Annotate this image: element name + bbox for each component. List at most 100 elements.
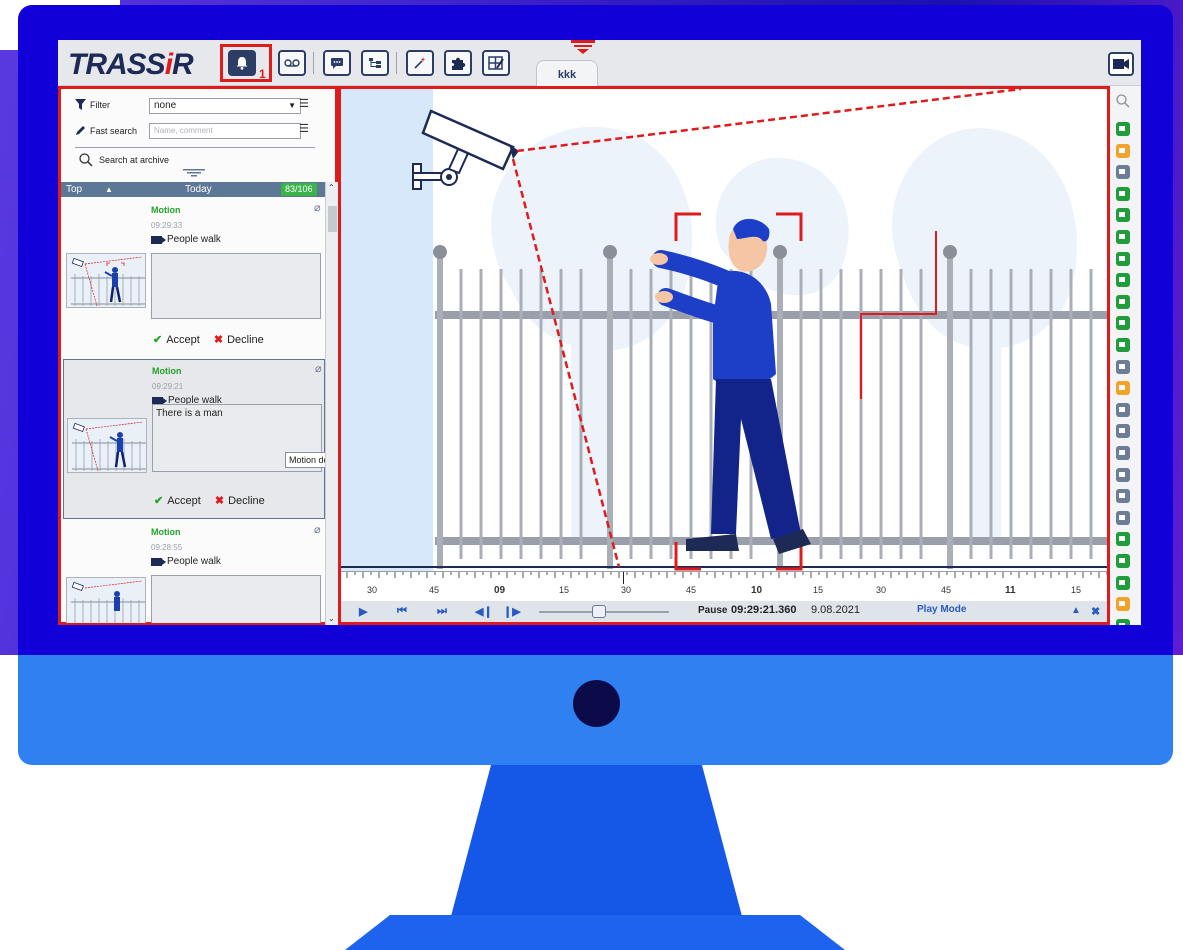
event-type: Motion	[152, 366, 182, 376]
monitor-stand-foot	[345, 915, 845, 950]
camera-status-icon[interactable]	[1116, 165, 1130, 180]
toolbar-separator	[313, 52, 314, 74]
event-type: Motion	[151, 527, 181, 537]
event-actions: ✔ Accept ✖ Decline	[154, 494, 265, 507]
top-button[interactable]: Top	[66, 182, 82, 197]
puzzle-icon[interactable]	[444, 50, 472, 76]
event-time: 09:29:33	[151, 221, 183, 230]
camera-status-icon[interactable]	[1116, 208, 1130, 223]
events-scrollbar[interactable]: ⌃ ⌄	[325, 182, 338, 625]
scrollbar-thumb[interactable]	[328, 206, 337, 232]
camera-icon	[151, 235, 166, 244]
timeline-label: 15	[559, 585, 570, 595]
paperclip-icon[interactable]: ⌀	[314, 201, 321, 214]
chevron-down-icon: ▼	[288, 101, 296, 110]
events-list-header: Top ▲ Today 83/106	[61, 182, 325, 197]
camera-icon	[151, 557, 166, 566]
event-item[interactable]: Motion ⌀ 09:29:33 People walk ✔ Accept ✖…	[63, 199, 325, 349]
camera-status-icon[interactable]	[1116, 446, 1130, 460]
camera-status-icon[interactable]	[1116, 316, 1130, 331]
voicemail-icon[interactable]	[278, 50, 306, 76]
camera-status-icon[interactable]	[1116, 381, 1130, 396]
filter-select[interactable]: none ▼	[149, 98, 301, 114]
bell-icon[interactable]	[228, 50, 256, 76]
player-controls: ▶ ⏮ ⏭ ◀❙ ❙▶ Pause 09:29:21.360 9.08.2021…	[341, 601, 1107, 622]
trassir-logo: TRASSiR	[68, 48, 194, 81]
camera-status-icon[interactable]	[1116, 273, 1130, 288]
paperclip-icon[interactable]: ⌀	[315, 362, 322, 375]
fast-search-input[interactable]: Name, comment	[149, 123, 301, 139]
event-thumbnail[interactable]	[67, 418, 147, 473]
video-camera-icon[interactable]	[1108, 52, 1134, 76]
camera-status-icon[interactable]	[1116, 597, 1130, 612]
camera-status-icon[interactable]	[1116, 359, 1130, 374]
event-comment[interactable]	[151, 575, 321, 623]
timeline-label: 11	[1005, 585, 1016, 596]
camera-status-icon[interactable]	[1116, 402, 1130, 417]
event-item[interactable]: Motion ⌀ 09:28:55 People walk	[63, 523, 325, 623]
camera-status-icon[interactable]	[1116, 510, 1130, 525]
event-thumbnail[interactable]	[66, 253, 146, 308]
timeline-label: 45	[429, 585, 440, 595]
timeline-label: 15	[813, 585, 824, 595]
step-back-icon[interactable]: ◀❙	[475, 605, 493, 618]
camera-status-icon[interactable]	[1116, 251, 1130, 266]
camera-status-icon[interactable]	[1116, 338, 1130, 352]
search-icon[interactable]	[1116, 94, 1130, 108]
play-mode-button[interactable]: Play Mode	[917, 604, 966, 615]
caret-up-icon[interactable]: ▲	[1071, 605, 1081, 616]
close-icon: ✖	[213, 334, 224, 346]
event-comment[interactable]	[151, 253, 321, 319]
chevron-down-icon[interactable]: ⌄	[328, 614, 335, 623]
tab-kkk[interactable]: kkk	[536, 60, 598, 86]
event-time: 09:29:21	[152, 382, 184, 391]
tree-icon[interactable]	[361, 50, 389, 76]
timeline-label: 30	[367, 585, 378, 595]
camera-status-icon[interactable]	[1116, 618, 1130, 625]
chevron-up-icon[interactable]: ⌃	[328, 183, 335, 192]
event-camera: People walk	[151, 556, 221, 567]
camera-status-icon[interactable]	[1116, 489, 1130, 504]
search-archive-button[interactable]: Search at archive	[79, 153, 169, 167]
collapse-handle-icon[interactable]	[183, 169, 205, 177]
play-icon[interactable]: ▶	[359, 605, 367, 618]
camera-status-icon[interactable]	[1116, 143, 1130, 158]
event-time: 09:28:55	[151, 543, 183, 552]
step-forward-icon[interactable]: ❙▶	[503, 605, 521, 618]
camera-status-icon[interactable]	[1116, 532, 1130, 547]
event-thumbnail[interactable]	[66, 577, 146, 623]
main-toolbar: TRASSiR 1 kkk	[58, 40, 1141, 86]
magic-wand-icon[interactable]	[406, 50, 434, 76]
playhead[interactable]	[623, 572, 624, 584]
chat-icon[interactable]	[323, 50, 351, 76]
close-icon[interactable]: ✖	[1091, 605, 1100, 618]
speed-slider-knob[interactable]	[591, 605, 606, 618]
video-view[interactable]: 30 45 09 15 30 45 10 15 30 45 11 15 ▶ ⏮ …	[338, 86, 1110, 625]
fast-search-label: Fast search	[90, 125, 138, 136]
accept-button[interactable]: ✔ Accept	[154, 494, 201, 507]
caret-up-icon[interactable]: ▲	[105, 182, 113, 197]
event-item-selected[interactable]: Motion ⌀ 09:29:21 People walk There is a…	[63, 359, 325, 519]
camera-status-icon[interactable]	[1116, 554, 1130, 568]
camera-status-icon[interactable]	[1116, 424, 1130, 439]
decline-button[interactable]: ✖ Decline	[215, 494, 265, 507]
badge-number: 1	[259, 67, 266, 81]
skip-back-icon[interactable]: ⏮	[397, 605, 407, 618]
camera-status-icon[interactable]	[1116, 294, 1130, 309]
camera-status-icon[interactable]	[1116, 122, 1130, 136]
decline-button[interactable]: ✖ Decline	[214, 333, 264, 346]
paperclip-icon[interactable]: ⌀	[314, 523, 321, 536]
monitor-stand-neck	[450, 765, 743, 920]
fast-search-menu-icon[interactable]: ☰	[299, 122, 309, 135]
camera-status-icon[interactable]	[1116, 575, 1130, 590]
layout-edit-icon[interactable]	[482, 50, 510, 76]
event-type: Motion	[151, 205, 181, 215]
timeline-label: 15	[1071, 585, 1082, 595]
timeline[interactable]: 30 45 09 15 30 45 10 15 30 45 11 15	[341, 571, 1107, 601]
camera-status-icon[interactable]	[1116, 230, 1130, 244]
camera-status-icon[interactable]	[1116, 467, 1130, 482]
accept-button[interactable]: ✔ Accept	[153, 333, 200, 346]
skip-forward-icon[interactable]: ⏭	[437, 605, 447, 618]
camera-status-icon[interactable]	[1116, 186, 1130, 201]
filter-menu-icon[interactable]: ☰	[299, 97, 309, 110]
